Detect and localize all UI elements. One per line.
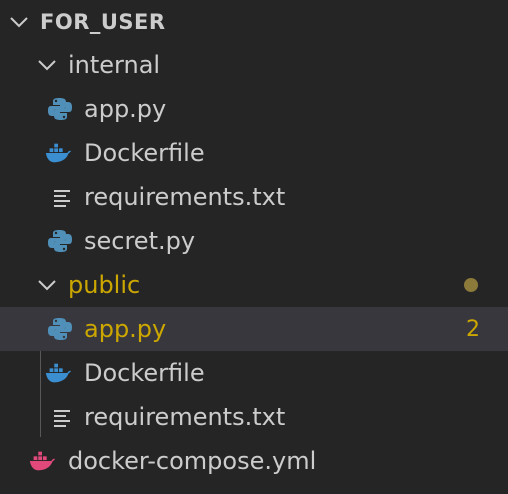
file-label: Dockerfile: [84, 359, 205, 387]
file-internal-requirements-txt[interactable]: requirements.txt: [0, 175, 508, 219]
folder-internal-label: internal: [68, 51, 161, 79]
chevron-down-icon: [10, 17, 28, 28]
explorer-root-folder[interactable]: FOR_USER: [0, 0, 508, 44]
docker-icon: [45, 143, 72, 163]
docker-compose-icon: [29, 451, 56, 471]
text-file-icon: [54, 190, 70, 207]
folder-public[interactable]: public: [0, 263, 508, 307]
file-label: requirements.txt: [84, 183, 286, 211]
file-label: secret.py: [84, 227, 196, 255]
file-docker-compose-yml[interactable]: docker-compose.yml: [0, 439, 508, 483]
file-public-app-py[interactable]: app.py 2: [0, 307, 508, 351]
text-file-icon: [54, 410, 70, 427]
python-icon: [48, 230, 72, 252]
file-internal-dockerfile[interactable]: Dockerfile: [0, 131, 508, 175]
python-icon: [48, 98, 72, 120]
file-public-requirements-txt[interactable]: requirements.txt: [0, 395, 508, 439]
folder-public-label: public: [68, 271, 141, 299]
file-label: app.py: [84, 315, 167, 343]
file-explorer: FOR_USER internal app.py Dockerfile requ…: [0, 0, 508, 494]
file-label: requirements.txt: [84, 403, 286, 431]
file-public-dockerfile[interactable]: Dockerfile: [0, 351, 508, 395]
folder-internal[interactable]: internal: [0, 43, 508, 87]
file-internal-app-py[interactable]: app.py: [0, 87, 508, 131]
python-icon: [48, 318, 72, 340]
root-folder-label: FOR_USER: [40, 10, 166, 34]
file-label: app.py: [84, 95, 167, 123]
file-label: Dockerfile: [84, 139, 205, 167]
modified-dot-indicator: [464, 278, 478, 292]
chevron-down-icon: [38, 280, 56, 291]
problem-count-badge: 2: [466, 316, 480, 342]
chevron-down-icon: [38, 60, 56, 71]
file-internal-secret-py[interactable]: secret.py: [0, 219, 508, 263]
file-label: docker-compose.yml: [68, 447, 317, 475]
docker-icon: [45, 363, 72, 383]
